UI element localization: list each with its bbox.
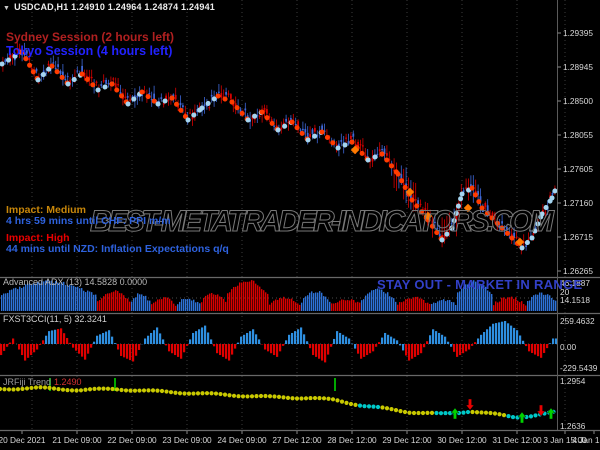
time-axis-label: 22 Dec 09:00 (107, 435, 157, 445)
axis-label: 0.00 (560, 342, 577, 352)
axis-label: 1.28500 (563, 96, 593, 106)
chart-canvas[interactable]: BEST-METATRADER-INDICATORS.COM1.293951.2… (0, 0, 600, 450)
axis-label: 14.1518 (560, 295, 590, 305)
axis-label: 1.27160 (563, 198, 593, 208)
axis-label: 1.28945 (563, 62, 593, 72)
time-axis-label: 21 Dec 09:00 (52, 435, 102, 445)
time-axis-label: 28 Dec 12:00 (327, 435, 377, 445)
time-axis-label: 4 Jan 15:00 (572, 435, 600, 445)
cci-area-layer (0, 321, 557, 363)
axis-label: 1.2636 (560, 421, 586, 431)
axis-label: 1.2954 (560, 376, 586, 386)
axis-label: 1.29395 (563, 28, 593, 38)
trend-line-layer (0, 378, 556, 420)
time-axis-label: 27 Dec 12:00 (272, 435, 322, 445)
mt4-chart-window: BEST-METATRADER-INDICATORS.COM 1.29395 1.2… (0, 0, 600, 450)
axis-label: 1.27605 (563, 164, 593, 174)
axis-label: 259.4632 (560, 316, 595, 326)
watermark: BEST-METATRADER-INDICATORS.COM (90, 205, 555, 238)
time-axis-label: 20 Dec 2021 (0, 435, 46, 445)
time-axis-label: 30 Dec 12:00 (437, 435, 487, 445)
adx-histogram-layer (0, 280, 557, 311)
axis-label: 1.26265 (563, 266, 593, 276)
time-axis-label: 23 Dec 09:00 (162, 435, 212, 445)
price-axis[interactable]: 1.29395 1.28945 1.28500 1.28055 1.27605 1.271… (557, 28, 598, 431)
time-axis-label: 24 Dec 09:00 (217, 435, 267, 445)
time-axis-label: 29 Dec 12:00 (382, 435, 432, 445)
axis-label: 1.28055 (563, 130, 593, 140)
axis-label: -229.5439 (560, 363, 598, 373)
axis-label: 1.26715 (563, 232, 593, 242)
time-axis-label: 31 Dec 12:00 (492, 435, 542, 445)
watermark-text: BEST-METATRADER-INDICATORS.COM (90, 205, 555, 239)
time-axis[interactable]: 20 Dec 2021 21 Dec 09:00 22 Dec 09:00 23 De… (0, 431, 600, 445)
